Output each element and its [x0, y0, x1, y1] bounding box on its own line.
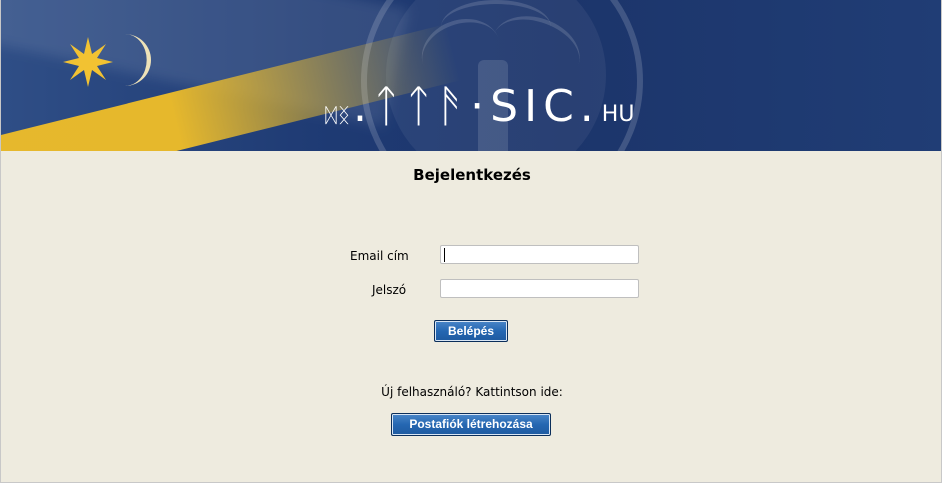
login-title: Bejelentkezés: [413, 166, 531, 184]
header-banner: ᛞᛝ .ᛏᛏᚫ·SIC. HU: [1, 0, 941, 151]
text-caret: [444, 248, 445, 262]
login-button[interactable]: Belépés: [434, 320, 508, 342]
site-logo[interactable]: ᛞᛝ .ᛏᛏᚫ·SIC. HU: [325, 81, 635, 132]
logo-text: .ᛏᛏᚫ·SIC.: [353, 81, 600, 132]
crescent-moon-icon: [125, 34, 151, 86]
email-field[interactable]: [440, 245, 639, 264]
logo-runes: ᛞᛝ: [325, 103, 351, 127]
star-icon: [63, 37, 113, 87]
new-user-prompt: Új felhasználó? Kattintson ide:: [381, 385, 563, 399]
page: ᛞᛝ .ᛏᛏᚫ·SIC. HU Bejelentkezés Email cím …: [0, 0, 942, 483]
password-label: Jelszó: [372, 283, 407, 297]
create-account-button[interactable]: Postafiók létrehozása: [391, 413, 551, 436]
email-label: Email cím: [350, 249, 409, 263]
logo-tld: HU: [601, 102, 635, 127]
tree-branch: [441, 0, 551, 54]
password-field[interactable]: [440, 279, 639, 298]
